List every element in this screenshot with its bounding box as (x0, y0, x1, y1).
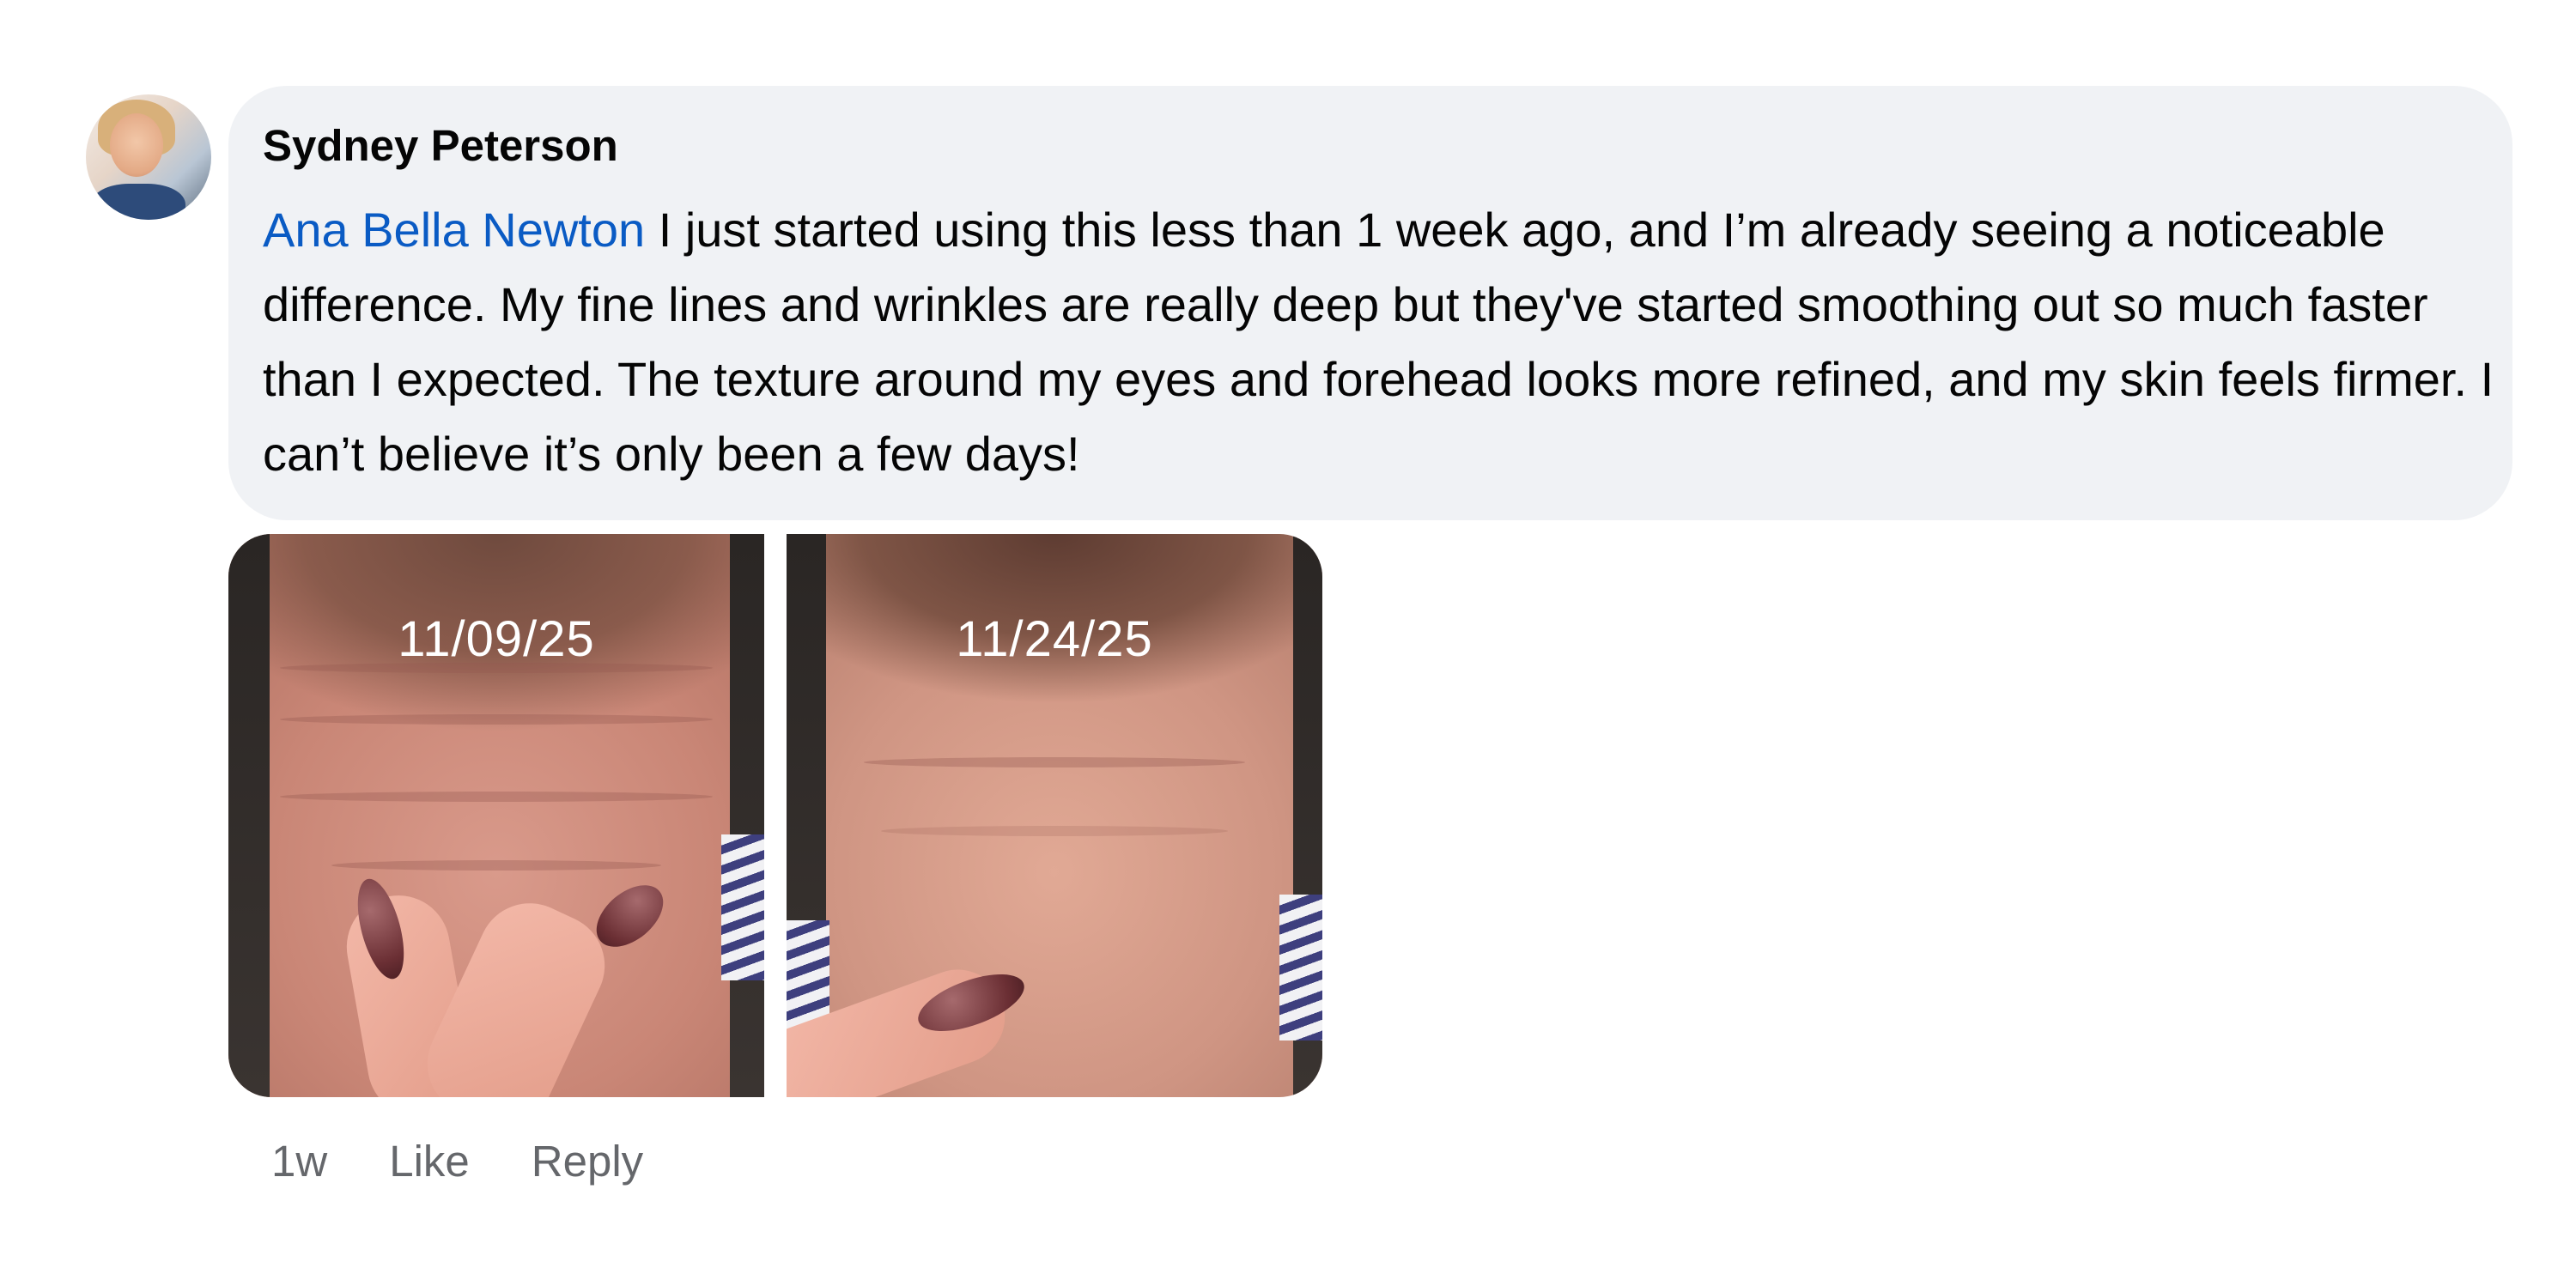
photo-date-label: 11/24/25 (956, 611, 1153, 667)
photo-shirt-stripes (721, 834, 764, 980)
reply-button[interactable]: Reply (532, 1131, 643, 1192)
neck-fold (280, 792, 713, 802)
neck-fold (331, 860, 661, 871)
avatar-face (110, 113, 163, 177)
like-button[interactable]: Like (389, 1131, 470, 1192)
comment-timestamp[interactable]: 1w (271, 1131, 327, 1192)
avatar-shirt (91, 184, 185, 220)
comment-photo-before[interactable]: 11/09/25 (228, 534, 764, 1097)
author-avatar[interactable] (86, 94, 211, 220)
neck-fold (881, 826, 1228, 836)
neck-fold (280, 714, 713, 725)
comment-text: Ana Bella Newton I just started using th… (263, 192, 2495, 491)
comment-photo-after[interactable]: 11/24/25 (787, 534, 1322, 1097)
comment-author-name[interactable]: Sydney Peterson (263, 120, 618, 172)
photo-date-label: 11/09/25 (398, 611, 595, 667)
photo-shirt-stripes (1279, 895, 1322, 1040)
mentioned-user-link[interactable]: Ana Bella Newton (263, 203, 645, 257)
comment-actions: 1w Like Reply (271, 1131, 643, 1192)
neck-fold (864, 757, 1245, 767)
